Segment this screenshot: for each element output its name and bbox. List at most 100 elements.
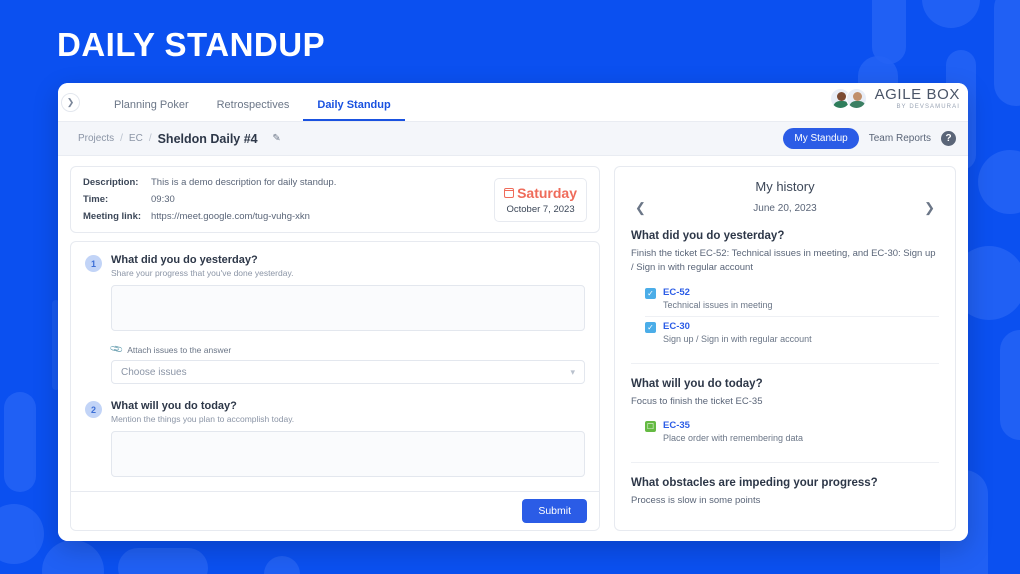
brand-name: AGILE BOX — [874, 86, 960, 103]
ticket-key[interactable]: EC-30 — [663, 321, 939, 332]
chevron-right-icon[interactable]: ❯ — [61, 93, 80, 112]
divider — [631, 362, 939, 364]
history-section-obstacles: What obstacles are impeding your progres… — [631, 477, 939, 508]
list-item[interactable]: ☐ EC-35 Place order with remembering dat… — [645, 416, 939, 449]
history-question: What did you do yesterday? — [631, 230, 785, 242]
ticket-summary: Place order with remembering data — [663, 433, 804, 444]
breadcrumb-actions: My Standup Team Reports ? — [783, 122, 956, 155]
ticket-body: EC-52 Technical issues in meeting — [663, 287, 939, 310]
app-body: Description: This is a demo description … — [58, 156, 968, 541]
task-checkbox-icon: ✓ — [645, 321, 656, 333]
brand-logo: AGILE BOX BY DEVSAMURAI — [875, 87, 960, 110]
submit-button[interactable]: Submit — [522, 499, 587, 523]
my-standup-button[interactable]: My Standup — [783, 128, 859, 149]
ticket-key[interactable]: EC-52 — [663, 287, 939, 298]
page-root: DAILY STANDUP ❯ Planning Poker Retrospec… — [0, 0, 1020, 574]
form-scroll-area[interactable]: 1 What did you do yesterday? Share your … — [71, 242, 599, 491]
meeting-meta-rows: Description: This is a demo description … — [83, 177, 494, 222]
meta-row: Time: 09:30 — [83, 194, 494, 205]
answer-textarea-yesterday[interactable] — [111, 285, 585, 331]
page-title: DAILY STANDUP — [57, 26, 326, 63]
decor-pill — [0, 504, 44, 564]
avatar — [845, 88, 867, 109]
chevron-left-icon[interactable]: ❮ — [631, 200, 650, 216]
divider — [631, 462, 939, 464]
breadcrumb-separator: / — [120, 133, 123, 144]
ticket-body: EC-35 Place order with remembering data — [663, 420, 939, 443]
standup-form-card: 1 What did you do yesterday? Share your … — [70, 241, 600, 531]
brand-area: AGILE BOX BY DEVSAMURAI — [829, 87, 960, 110]
history-ticket-list: ☐ EC-35 Place order with remembering dat… — [645, 416, 939, 449]
history-answer: Focus to finish the ticket EC-35 — [631, 395, 763, 407]
select-value: Choose issues — [121, 366, 187, 378]
task-checkbox-icon: ✓ — [645, 287, 656, 299]
paperclip-icon: 📎 — [108, 341, 124, 357]
my-history-card: My history ❮ June 20, 2023 ❯ What did yo… — [614, 166, 956, 531]
history-section-today: What will you do today? Focus to finish … — [631, 378, 939, 450]
tab-retrospectives[interactable]: Retrospectives — [203, 99, 304, 121]
decor-pill — [978, 150, 1020, 214]
history-question: What obstacles are impeding your progres… — [631, 477, 878, 490]
form-footer: Submit — [71, 491, 599, 530]
chevron-right-icon[interactable]: ❯ — [920, 200, 939, 216]
breadcrumb: Projects / EC / Sheldon Daily #4 ✎ — [78, 130, 286, 148]
history-date: June 20, 2023 — [753, 202, 817, 214]
question-content: What will you do today? Mention the thin… — [109, 400, 585, 491]
question-subtitle: Mention the things you plan to accomplis… — [111, 414, 295, 424]
date-badge: Saturday October 7, 2023 — [494, 177, 587, 222]
question-number: 2 — [85, 401, 102, 418]
attach-label: Attach issues to the answer — [127, 344, 232, 355]
app-header: ❯ Planning Poker Retrospectives Daily St… — [58, 83, 968, 122]
meta-value-meeting-link[interactable]: https://meet.google.com/tug-vuhg-xkn — [151, 211, 310, 222]
story-bookmark-icon: ☐ — [645, 421, 656, 433]
team-reports-button[interactable]: Team Reports — [869, 133, 931, 144]
history-date-nav: ❮ June 20, 2023 ❯ — [631, 200, 939, 216]
breadcrumb-separator: / — [148, 133, 152, 144]
breadcrumb-projects[interactable]: Projects — [78, 133, 114, 144]
attach-row: 📎 Attach issues to the answer — [108, 341, 585, 357]
breadcrumb-bar: Projects / EC / Sheldon Daily #4 ✎ My St… — [58, 122, 968, 156]
ticket-body: EC-30 Sign up / Sign in with regular acc… — [663, 321, 939, 344]
meta-row: Meeting link: https://meet.google.com/tu… — [83, 211, 494, 222]
ticket-key[interactable]: EC-35 — [663, 420, 939, 431]
question-content: What did you do yesterday? Share your pr… — [108, 254, 585, 384]
decor-pill — [264, 556, 300, 574]
history-answer: Process is slow in some points — [631, 495, 761, 507]
decor-pill — [1000, 330, 1020, 440]
breadcrumb-project-key[interactable]: EC — [129, 133, 143, 144]
meta-label: Description: — [83, 177, 139, 188]
tab-daily-standup[interactable]: Daily Standup — [303, 99, 405, 121]
meta-label: Meeting link: — [83, 211, 142, 222]
history-section-yesterday: What did you do yesterday? Finish the ti… — [631, 230, 939, 350]
question-block-1: 1 What did you do yesterday? Share your … — [85, 254, 585, 384]
ticket-summary: Sign up / Sign in with regular account — [663, 333, 812, 344]
history-answer: Finish the ticket EC-52: Technical issue… — [631, 248, 936, 273]
history-question: What will you do today? — [631, 377, 763, 390]
meeting-meta-card: Description: This is a demo description … — [70, 166, 600, 233]
meta-value-time: 09:30 — [151, 194, 175, 205]
choose-issues-select-yesterday[interactable]: Choose issues ▾ — [111, 360, 585, 384]
ticket-summary: Technical issues in meeting — [663, 299, 773, 310]
decor-pill — [922, 0, 980, 28]
meta-value-description: This is a demo description for daily sta… — [151, 177, 337, 188]
question-block-2: 2 What will you do today? Mention the th… — [85, 400, 585, 491]
date-full: October 7, 2023 — [506, 203, 575, 215]
calendar-icon — [503, 187, 515, 198]
meta-label: Time: — [83, 194, 109, 205]
decor-pill — [4, 392, 36, 492]
date-weekday-text: Saturday — [517, 184, 577, 201]
list-item[interactable]: ✓ EC-30 Sign up / Sign in with regular a… — [645, 317, 939, 350]
history-column: My history ❮ June 20, 2023 ❯ What did yo… — [614, 166, 956, 531]
date-weekday: Saturday — [503, 184, 577, 201]
history-ticket-list: ✓ EC-52 Technical issues in meeting ✓ EC… — [645, 283, 939, 350]
list-item[interactable]: ✓ EC-52 Technical issues in meeting — [645, 283, 939, 317]
brand-subtitle: BY DEVSAMURAI — [896, 104, 960, 110]
answer-textarea-today[interactable] — [111, 431, 585, 477]
question-number: 1 — [85, 255, 102, 272]
app-window: ❯ Planning Poker Retrospectives Daily St… — [58, 83, 968, 541]
chevron-down-icon: ▾ — [570, 366, 575, 377]
decor-pill — [872, 0, 906, 64]
tab-planning-poker[interactable]: Planning Poker — [100, 99, 203, 121]
help-icon[interactable]: ? — [941, 131, 956, 146]
pencil-icon[interactable]: ✎ — [268, 130, 286, 148]
